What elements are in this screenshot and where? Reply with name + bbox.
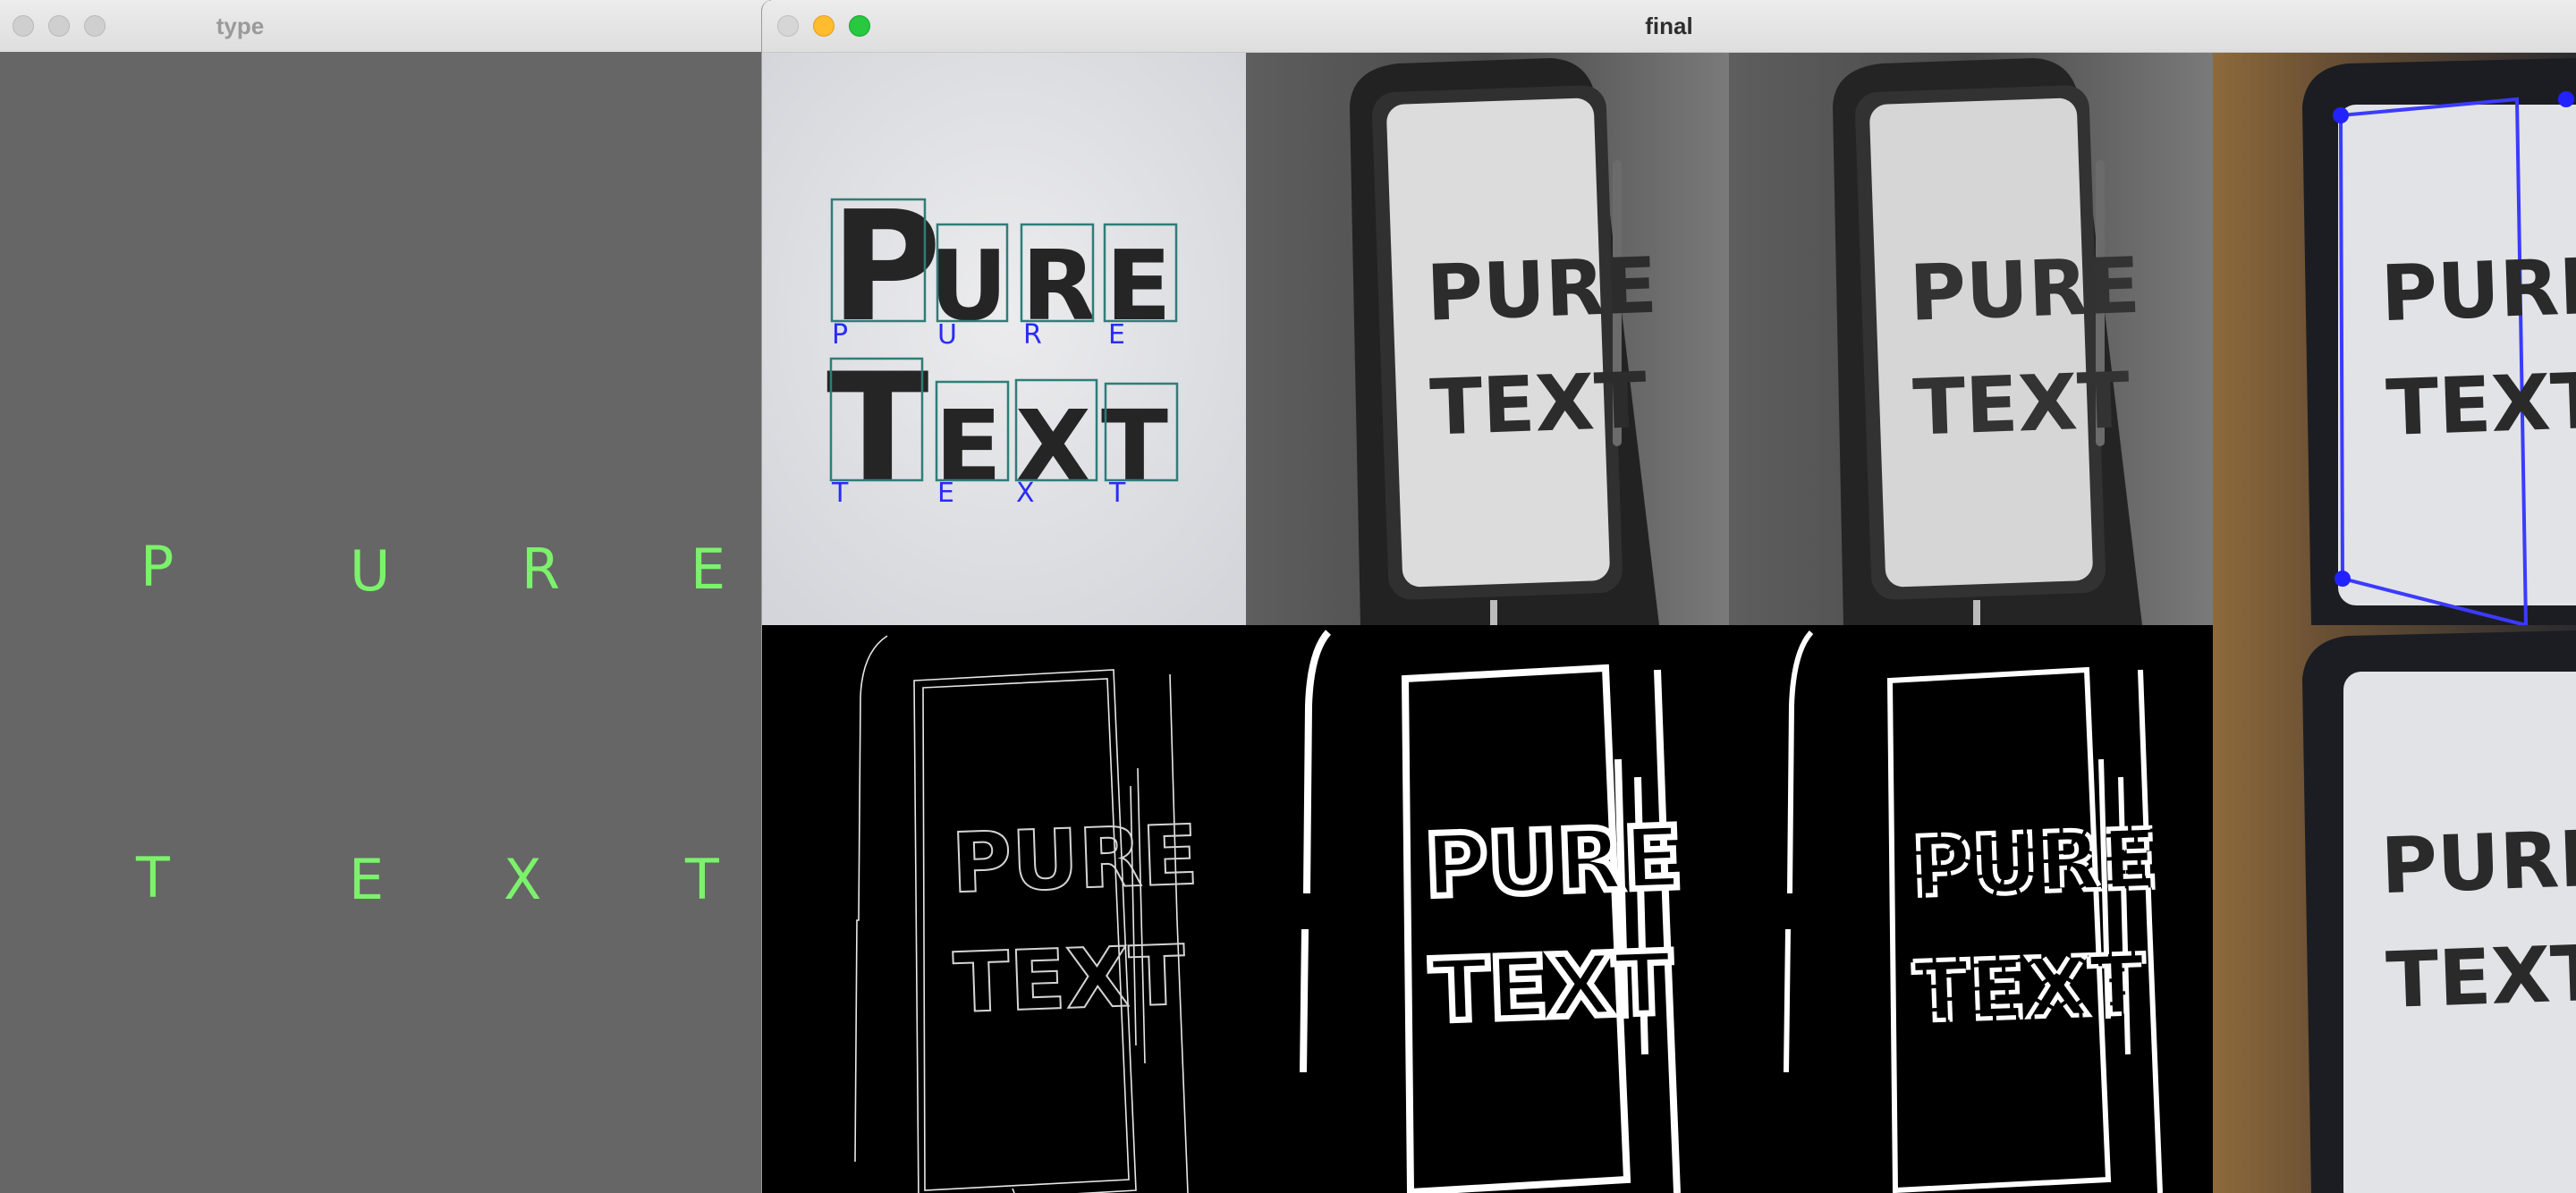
detected-letter: E — [691, 537, 726, 602]
corner-point — [2558, 91, 2574, 107]
detected-letter: R — [521, 537, 561, 602]
detected-letter: X — [504, 847, 542, 912]
detected-letter: E — [349, 847, 385, 912]
char-label: T — [831, 478, 849, 509]
window-final[interactable]: final P U R E T E X T P U R E T E X T PU… — [761, 0, 2576, 1193]
image-canvas-type: P U R E T E X T — [0, 52, 769, 1193]
phone-text-line2: TEXT — [2385, 357, 2576, 453]
char-label: R — [1023, 319, 1042, 351]
char-label: P — [832, 319, 848, 351]
panel-char-boxes: P U R E T E X T P U R E T E X T — [762, 53, 1246, 625]
phone-text-line1: PURE — [2379, 814, 2576, 911]
titlebar-final[interactable]: final — [762, 0, 2576, 53]
panel-edges: PURE TEXT — [762, 625, 1246, 1193]
window-title: type — [216, 13, 265, 39]
phone-text-line2: TEXT — [2385, 929, 2576, 1026]
detected-letter: P — [140, 534, 174, 599]
panel-dilated: PURE TEXT — [1246, 625, 1729, 1193]
phone-text-line1: PURE — [950, 808, 1199, 912]
window-type[interactable]: type P U R E T E X T — [0, 0, 769, 1193]
corner-point — [2334, 571, 2351, 587]
window-title: final — [1645, 13, 1693, 39]
panel-blurred: PURE TEXT — [1729, 53, 2213, 625]
panel-grayscale: PURE TEXT — [1246, 53, 1729, 625]
panel-eroded: PURE TEXT — [1729, 625, 2213, 1193]
char-label: E — [937, 478, 954, 509]
phone-text-line1: PURE — [2379, 241, 2576, 339]
panel-color: PURE TEXT — [2213, 625, 2576, 1193]
phone-text-line1: PURE — [1910, 811, 2159, 916]
panel-contour: PURE TEXT — [2213, 53, 2576, 625]
phone-text-line1: PURE — [1425, 241, 1658, 339]
phone-text-line1: PURE — [1908, 241, 2141, 339]
detected-letter: U — [350, 538, 391, 604]
char-label: X — [1016, 478, 1035, 509]
phone-text-line2: TEXT — [1911, 937, 2147, 1041]
phone-text-line2: TEXT — [1428, 933, 1674, 1041]
detected-letter: T — [136, 845, 170, 910]
detected-letter: T — [685, 847, 719, 912]
phone-text-line2: TEXT — [952, 927, 1187, 1031]
phone-text-line1: PURE — [1423, 808, 1684, 917]
char-label: T — [1108, 478, 1126, 509]
corner-point — [2333, 107, 2349, 123]
titlebar-type[interactable]: type — [0, 0, 769, 53]
char-label: E — [1108, 319, 1125, 351]
image-grid: P U R E T E X T P U R E T E X T PURE TEX… — [762, 53, 2576, 1193]
char-label: U — [937, 319, 957, 351]
phone-text-line2: TEXT — [1911, 356, 2131, 453]
phone-text-line2: TEXT — [1428, 356, 1648, 453]
